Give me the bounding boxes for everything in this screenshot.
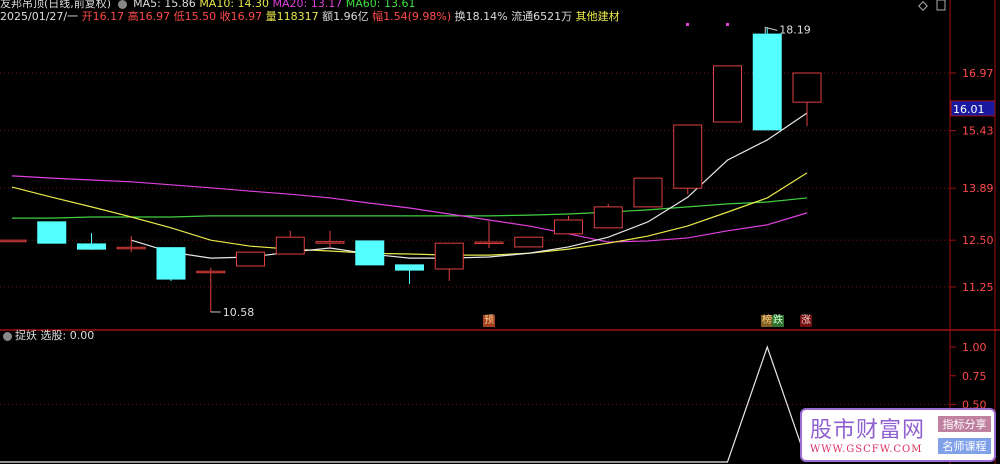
volume-label: 量 — [265, 10, 277, 23]
amount-value: 额1.96亿 — [322, 10, 369, 23]
open-value: 16.17 — [92, 10, 125, 23]
candle-up — [474, 241, 504, 245]
volume-value: 118317 — [276, 10, 319, 23]
indicator-name: 捉妖 — [15, 329, 37, 342]
ma5-value: MA5: 15.86 — [133, 0, 196, 10]
candle-down — [156, 247, 186, 280]
candle-up — [196, 270, 226, 274]
low-label: 低 — [173, 10, 185, 23]
panel-toggle-icon — [936, 0, 946, 11]
chart-header-quote: 2025/01/27/一 开16.17 高16.97 低15.50 收16.97… — [0, 10, 620, 24]
indicator-line — [0, 345, 808, 463]
candle-down — [395, 264, 424, 271]
candle-down — [752, 33, 782, 131]
ma10-value: MA10: 14.30 — [199, 0, 270, 10]
indicator-value: 选股: 0.00 — [40, 329, 95, 342]
high-price-label: 18.19 — [779, 23, 811, 36]
candle-up — [116, 246, 146, 250]
close-value: 16.97 — [230, 10, 263, 23]
candle-up — [275, 236, 305, 255]
ma60-value: MA60: 13.61 — [345, 0, 416, 10]
indicator-tick-label: 0.75 — [962, 370, 987, 383]
kline-chart[interactable]: 16.9715.4313.8912.5011.2516.011.000.750.… — [0, 0, 1000, 464]
watermark-logo: 股市财富网 WWW.GSCFW.COM 指标分享 名师课程 — [800, 408, 996, 462]
ma5-line — [131, 112, 808, 259]
candle-up — [554, 219, 583, 235]
candle-up — [593, 206, 623, 229]
float-shares: 流通6521万 — [511, 10, 573, 23]
badge-yu[interactable]: 预 — [483, 315, 495, 327]
candle-up — [673, 124, 703, 189]
diamond-icon — [918, 1, 928, 11]
badge-zhang[interactable]: 涨 — [800, 315, 812, 327]
price-tick-label: 15.43 — [962, 125, 994, 138]
high-value: 16.97 — [138, 10, 171, 23]
price-tick-label: 13.89 — [962, 182, 994, 195]
candle-up — [633, 177, 663, 208]
watermark-tag-share[interactable]: 指标分享 — [938, 416, 991, 432]
signal-dot — [726, 23, 729, 26]
settings-circle-icon[interactable] — [117, 0, 127, 9]
watermark-title: 股市财富网 — [810, 418, 926, 443]
ma20-value: MA20: 13.17 — [272, 0, 343, 10]
price-tick-label: 16.97 — [962, 67, 994, 80]
stock-title: 友邦吊顶(日线,前复权) — [0, 0, 112, 10]
sector-link[interactable]: 其他建材 — [576, 10, 620, 23]
candle-up — [0, 239, 27, 243]
close-label: 收 — [219, 10, 231, 23]
watermark-url: WWW.GSCFW.COM — [810, 444, 923, 455]
date: 2025/01/27/一 — [0, 10, 79, 23]
high-label: 高 — [127, 10, 139, 23]
change-label: 幅 — [372, 10, 384, 23]
candle-up — [713, 65, 742, 123]
watermark-tag-course[interactable]: 名师课程 — [938, 438, 991, 454]
open-label: 开 — [81, 10, 93, 23]
price-tick-label: 12.50 — [962, 234, 994, 247]
badge-die[interactable]: 跌 — [772, 315, 784, 327]
low-value: 15.50 — [184, 10, 217, 23]
indicator-settings-icon[interactable] — [3, 331, 12, 341]
candle-up — [315, 241, 345, 244]
candle-up — [514, 236, 544, 248]
candle-down — [77, 243, 106, 250]
candle-down — [355, 240, 385, 266]
candle-up — [434, 242, 464, 270]
current-price-label: 16.01 — [953, 103, 985, 116]
change-value: 1.54(9.98%) — [383, 10, 452, 23]
candle-up — [236, 251, 265, 267]
signal-dot — [686, 23, 689, 26]
candle-down — [37, 221, 67, 244]
price-tick-label: 11.25 — [962, 281, 994, 294]
low-price-label: 10.58 — [223, 306, 255, 319]
candle-up — [792, 72, 822, 103]
turnover-value: 换18.14% — [454, 10, 508, 23]
indicator-tick-label: 1.00 — [962, 341, 987, 354]
indicator-header: 捉妖 选股: 0.00 — [0, 329, 94, 343]
